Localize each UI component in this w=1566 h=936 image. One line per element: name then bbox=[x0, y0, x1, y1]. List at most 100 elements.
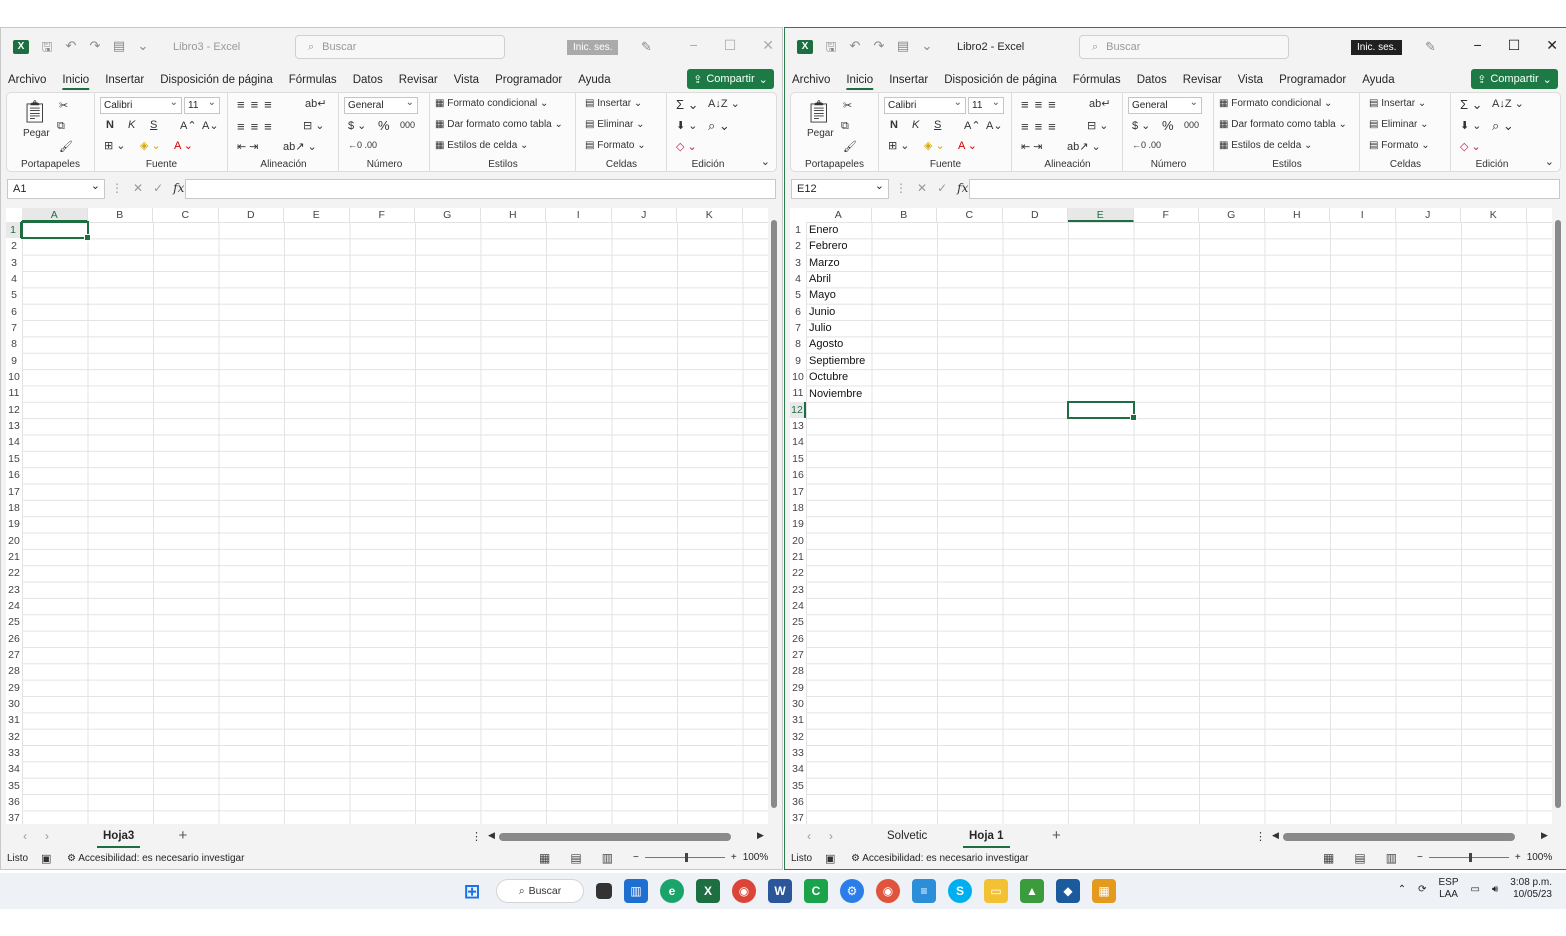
orientation-icon[interactable]: ab↗ ⌄ bbox=[283, 140, 317, 153]
zoom-out-icon[interactable]: − bbox=[1417, 852, 1423, 863]
grow-font-icon[interactable]: A⌃ bbox=[180, 119, 197, 132]
row-header[interactable]: 21 bbox=[790, 549, 806, 565]
page-layout-view-icon[interactable]: ▤ bbox=[1354, 851, 1365, 865]
undo-icon[interactable]: ↶ bbox=[63, 38, 79, 60]
row-header[interactable]: 11 bbox=[6, 385, 22, 401]
row-header[interactable]: 1 bbox=[6, 222, 22, 239]
vertical-align-icons[interactable]: ≡≡≡ bbox=[237, 97, 278, 112]
normal-view-icon[interactable]: ▦ bbox=[1323, 851, 1334, 865]
minimize-icon[interactable]: − bbox=[690, 37, 698, 54]
column-header[interactable]: A bbox=[22, 208, 88, 222]
zoom-out-icon[interactable]: − bbox=[633, 852, 639, 863]
scroll-left-icon[interactable]: ◀ bbox=[1272, 830, 1279, 841]
tab-8[interactable]: Programador bbox=[487, 74, 570, 86]
row-header[interactable]: 31 bbox=[6, 712, 22, 728]
cell-value[interactable]: Abril bbox=[809, 271, 831, 287]
row-header[interactable]: 16 bbox=[6, 467, 22, 483]
zoom-slider[interactable] bbox=[1428, 853, 1509, 862]
cell-value[interactable]: Junio bbox=[809, 304, 835, 320]
scroll-left-icon[interactable]: ◀ bbox=[488, 830, 495, 841]
row-header[interactable]: 20 bbox=[6, 533, 22, 549]
column-header[interactable]: I bbox=[546, 208, 612, 222]
save-icon[interactable]: 🖫︎ bbox=[39, 38, 55, 60]
row-header[interactable]: 37 bbox=[6, 810, 22, 824]
row-header[interactable]: 23 bbox=[790, 582, 806, 598]
collapse-ribbon-icon[interactable]: ⌄ bbox=[761, 155, 770, 168]
zoom-level[interactable]: 100% bbox=[743, 852, 769, 863]
autosum-icon[interactable]: Σ ⌄ bbox=[1460, 97, 1483, 113]
find-select-icon[interactable]: ⌕ ⌄ bbox=[708, 118, 730, 134]
maximize-icon[interactable]: ☐ bbox=[1508, 37, 1521, 54]
column-header[interactable]: B bbox=[87, 208, 153, 222]
tab-6[interactable]: Revisar bbox=[1175, 74, 1230, 86]
tab-3[interactable]: Disposición de página bbox=[152, 74, 281, 86]
paste-icon[interactable]: 📋︎ bbox=[21, 99, 49, 125]
prev-sheet-icon[interactable]: ‹ bbox=[23, 829, 27, 843]
row-header[interactable]: 29 bbox=[6, 680, 22, 696]
format-painter-icon[interactable]: 🖌︎ bbox=[59, 140, 73, 153]
row-header[interactable]: 12 bbox=[790, 401, 806, 419]
language-indicator[interactable]: ESP LAA bbox=[1439, 877, 1459, 901]
task-view-icon[interactable] bbox=[596, 883, 612, 899]
cell-styles-button[interactable]: ▦ Estilos de celda ⌄ bbox=[435, 140, 528, 151]
row-header[interactable]: 4 bbox=[6, 271, 22, 287]
shrink-font-icon[interactable]: A⌄ bbox=[202, 119, 219, 132]
column-header[interactable]: G bbox=[1199, 208, 1265, 222]
tab-8[interactable]: Programador bbox=[1271, 74, 1354, 86]
merge-center-icon[interactable]: ⊟ ⌄ bbox=[1087, 119, 1109, 132]
tab-6[interactable]: Revisar bbox=[391, 74, 446, 86]
row-header[interactable]: 28 bbox=[790, 663, 806, 679]
column-header[interactable]: B bbox=[871, 208, 937, 222]
bold-button[interactable]: N bbox=[890, 119, 898, 131]
row-header[interactable]: 3 bbox=[790, 255, 806, 271]
taskbar-search-button[interactable]: ⌕ Buscar bbox=[496, 879, 584, 903]
cancel-icon[interactable]: ✕ bbox=[917, 181, 927, 195]
percent-icon[interactable]: % bbox=[1162, 118, 1174, 133]
active-cell-selection[interactable] bbox=[1067, 400, 1136, 422]
column-header[interactable]: K bbox=[1461, 208, 1527, 222]
excel-taskbar-icon[interactable]: X bbox=[696, 879, 720, 903]
formula-input[interactable] bbox=[185, 179, 776, 199]
chrome-icon[interactable]: ◉ bbox=[732, 879, 756, 903]
tab-0[interactable]: Archivo bbox=[792, 74, 838, 86]
search-input[interactable]: ⌕ Buscar bbox=[1079, 35, 1289, 59]
page-break-view-icon[interactable]: ▥ bbox=[1386, 851, 1397, 865]
row-header[interactable]: 21 bbox=[6, 549, 22, 565]
cell-value[interactable]: Julio bbox=[809, 320, 832, 336]
page-break-view-icon[interactable]: ▥ bbox=[602, 851, 613, 865]
maximize-icon[interactable]: ☐ bbox=[724, 37, 737, 54]
insert-cells-button[interactable]: ▤ Insertar ⌄ bbox=[585, 98, 642, 109]
format-as-table-button[interactable]: ▦ Dar formato como tabla ⌄ bbox=[1219, 119, 1347, 130]
row-header[interactable]: 34 bbox=[790, 761, 806, 777]
format-painter-icon[interactable]: 🖌︎ bbox=[843, 140, 857, 153]
save-icon[interactable]: 🖫︎ bbox=[823, 38, 839, 60]
sheet-tab[interactable]: Hoja3 bbox=[97, 826, 141, 848]
row-header[interactable]: 4 bbox=[790, 271, 806, 287]
orientation-icon[interactable]: ab↗ ⌄ bbox=[1067, 140, 1101, 153]
search-input[interactable]: ⌕ Buscar bbox=[295, 35, 505, 59]
enter-icon[interactable]: ✓ bbox=[153, 181, 163, 195]
row-header[interactable]: 24 bbox=[790, 598, 806, 614]
column-header[interactable]: D bbox=[1002, 208, 1068, 222]
row-header[interactable]: 2 bbox=[790, 238, 806, 254]
font-size-select[interactable]: 11 bbox=[184, 95, 220, 114]
clear-icon[interactable]: ◇ ⌄ bbox=[676, 140, 697, 153]
tab-3[interactable]: Disposición de página bbox=[936, 74, 1065, 86]
macro-icon[interactable]: ▣ bbox=[41, 852, 51, 865]
row-header[interactable]: 37 bbox=[790, 810, 806, 824]
app-icon[interactable]: ▦ bbox=[1092, 879, 1116, 903]
add-sheet-icon[interactable]: + bbox=[1052, 827, 1061, 844]
horizontal-scrollbar[interactable] bbox=[499, 833, 731, 841]
row-header[interactable]: 33 bbox=[6, 745, 22, 761]
row-header[interactable]: 16 bbox=[790, 467, 806, 483]
cell-value[interactable]: Febrero bbox=[809, 238, 848, 254]
currency-icon[interactable]: $ ⌄ bbox=[348, 119, 366, 132]
more-options-icon[interactable]: ⋮ bbox=[471, 830, 482, 843]
row-header[interactable]: 31 bbox=[790, 712, 806, 728]
row-header[interactable]: 1 bbox=[790, 222, 806, 238]
row-header[interactable]: 10 bbox=[6, 369, 22, 385]
prev-sheet-icon[interactable]: ‹ bbox=[807, 829, 811, 843]
row-header[interactable]: 22 bbox=[6, 565, 22, 581]
settings-gear-icon[interactable]: ⚙ bbox=[840, 879, 864, 903]
column-header[interactable]: H bbox=[1264, 208, 1330, 222]
